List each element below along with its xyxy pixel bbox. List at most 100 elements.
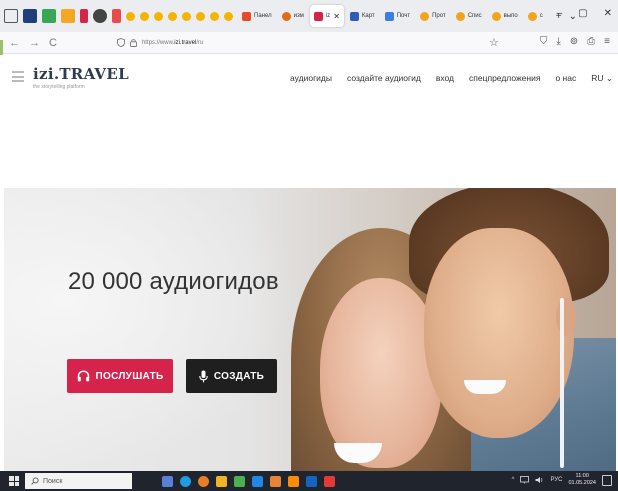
menu-item-login[interactable]: вход [436, 73, 454, 84]
tab-label: Спис [467, 13, 482, 19]
menu-icon[interactable]: ≡ [604, 36, 610, 47]
app-icon[interactable] [234, 475, 245, 487]
tab-active[interactable]: iz ✕ [309, 5, 344, 27]
tab-overview-icon[interactable] [4, 9, 18, 23]
create-button[interactable]: СОЗДАТЬ [186, 359, 277, 393]
tab-favicon-icon [313, 11, 323, 21]
browser-toolbar-icons: ⛉ ⤓ ⊚ ⎙ ≡ [540, 36, 610, 47]
address-bar[interactable]: https://www.izi.travel/ru [117, 38, 203, 47]
tab-label: Панел [254, 13, 272, 19]
tab[interactable]: Спис [452, 5, 486, 27]
store-icon[interactable] [252, 475, 263, 487]
tab-label: Почт [396, 13, 411, 19]
pinned-tab-icon[interactable] [93, 9, 107, 23]
download-icon[interactable]: ⤓ [556, 36, 560, 47]
pinned-tab-icon[interactable] [168, 11, 177, 21]
tab-favicon-icon [527, 11, 537, 21]
url-domain: izi.travel [174, 39, 197, 46]
forward-button[interactable]: → [29, 37, 40, 49]
tab[interactable]: с [524, 5, 547, 27]
taskbar-clock[interactable]: 11:00 01.05.2024 [568, 473, 596, 487]
app-icon[interactable] [270, 475, 281, 487]
tab[interactable]: изм [278, 5, 308, 27]
microphone-icon [199, 370, 208, 382]
back-button[interactable]: ← [9, 37, 20, 49]
clock-date: 01.05.2024 [568, 480, 596, 486]
windows-start-icon[interactable] [9, 476, 19, 486]
reload-button[interactable]: C [49, 37, 57, 49]
logo-text: izi.TRAVEL [33, 65, 129, 83]
tab[interactable]: Карт [346, 5, 379, 27]
tab-label: iz [325, 13, 331, 19]
pinned-tab-icon[interactable] [112, 9, 121, 23]
volume-icon[interactable] [535, 476, 544, 484]
keyboard-language[interactable]: РУС [550, 477, 562, 483]
url-text: https://www.izi.travel/ru [142, 40, 203, 46]
shield-icon [117, 38, 125, 47]
tab-favicon-icon [242, 11, 251, 21]
extensions-icon[interactable]: ⎙ [587, 36, 595, 47]
hero-photo-man-face [424, 228, 574, 438]
tab-label: Прот [432, 13, 446, 19]
app-icon[interactable] [324, 475, 335, 487]
firefox-icon[interactable] [198, 475, 209, 487]
pinned-tab-icon[interactable] [154, 11, 163, 21]
browser-nav-bar: ← → C https://www.izi.travel/ru ☆ ⛉ ⤓ ⊚ … [0, 32, 618, 54]
search-icon [31, 477, 39, 485]
tray-chevron-icon[interactable]: ^ [512, 477, 515, 483]
tab-favicon-icon [281, 11, 291, 21]
tab[interactable]: выпо [488, 5, 522, 27]
pinned-tab-icon[interactable] [140, 11, 149, 21]
tab-favicon-icon [455, 11, 465, 21]
close-tab-icon[interactable]: ✕ [333, 12, 340, 21]
menu-item-create-audioguide[interactable]: создайте аудиогид [347, 73, 421, 84]
screen: Панел изм iz ✕ Карт Почт Прот Спис выпо … [0, 0, 618, 491]
close-window-button[interactable]: ✕ [604, 8, 612, 19]
pinned-tab-icon[interactable] [210, 11, 219, 21]
tab-label: Карт [361, 13, 375, 19]
menu-item-about[interactable]: о нас [555, 73, 576, 84]
browser-tab-strip: Панел изм iz ✕ Карт Почт Прот Спис выпо … [0, 0, 618, 32]
app-icon[interactable] [288, 475, 299, 487]
site-logo[interactable]: izi.TRAVEL the storytelling platform [33, 65, 129, 90]
tab[interactable]: Прот [416, 5, 450, 27]
pinned-tab-icon[interactable] [23, 9, 37, 23]
hero-photo-earphone [560, 298, 564, 468]
listen-button-label: ПОСЛУШАТЬ [95, 370, 164, 382]
chevron-down-icon: ⌄ [605, 73, 613, 83]
menu-item-audioguides[interactable]: аудиогиды [290, 73, 332, 84]
tab[interactable]: Панел [238, 5, 276, 27]
menu-item-special-offers[interactable]: спецпредложения [469, 73, 540, 84]
pinned-tab-icon[interactable] [126, 11, 135, 21]
create-button-label: СОЗДАТЬ [213, 370, 265, 382]
file-explorer-icon[interactable] [216, 475, 227, 487]
maximize-button[interactable]: ▢ [578, 8, 587, 19]
tab-label: с [539, 13, 543, 19]
account-icon[interactable]: ⊚ [570, 36, 578, 47]
window-controls: – ▢ ✕ [557, 8, 612, 19]
edge-browser-icon[interactable] [180, 475, 191, 487]
notifications-icon[interactable] [602, 474, 612, 486]
system-tray: ^ РУС 11:00 01.05.2024 [512, 473, 612, 487]
app-icon[interactable] [306, 475, 317, 487]
task-view-icon[interactable] [162, 475, 173, 487]
tab-label: выпо [503, 13, 518, 19]
hamburger-menu-icon[interactable] [12, 71, 24, 82]
pinned-tab-icon[interactable] [80, 9, 88, 23]
tab-favicon-icon [349, 11, 359, 21]
tab[interactable]: Почт [381, 5, 414, 27]
bookmark-star-icon[interactable]: ☆ [489, 36, 499, 49]
pinned-tab-icon[interactable] [196, 11, 205, 21]
pinned-tab-icon[interactable] [42, 9, 56, 23]
listen-button[interactable]: ПОСЛУШАТЬ [67, 359, 173, 393]
pocket-icon[interactable]: ⛉ [540, 36, 548, 47]
minimize-button[interactable]: – [557, 8, 563, 19]
pinned-tab-icon[interactable] [61, 9, 75, 23]
pinned-tab-icon[interactable] [224, 11, 233, 21]
language-selector[interactable]: RU ⌄ [591, 73, 613, 84]
network-icon[interactable] [520, 476, 530, 484]
pinned-tab-icon[interactable] [182, 11, 191, 21]
clock-time: 11:00 [575, 473, 589, 479]
logo-tagline: the storytelling platform [33, 84, 85, 90]
taskbar-search-input[interactable]: Поиск [25, 473, 132, 489]
